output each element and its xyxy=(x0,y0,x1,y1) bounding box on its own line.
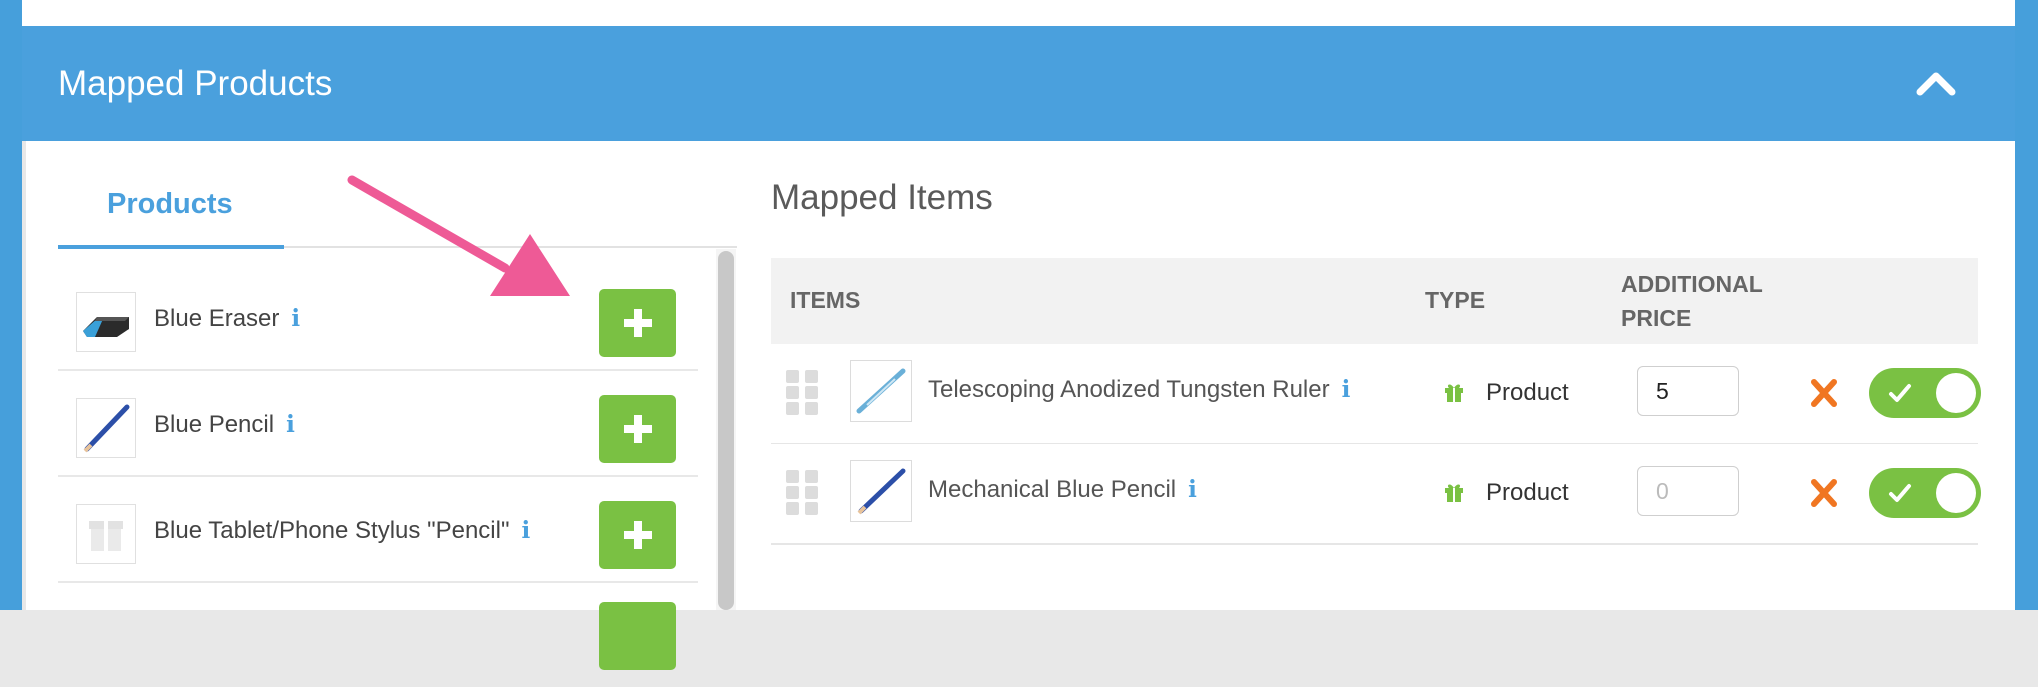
check-icon xyxy=(1889,384,1911,402)
mapped-items-title: Mapped Items xyxy=(771,178,993,217)
mapped-products-header[interactable]: Mapped Products xyxy=(22,26,2015,141)
chevron-up-icon[interactable] xyxy=(1912,60,1960,108)
product-list-scrollbar-thumb[interactable] xyxy=(718,251,734,610)
pencil-thumb-icon xyxy=(850,460,912,522)
plus-icon xyxy=(624,309,652,337)
previous-card-bottom xyxy=(22,0,2015,26)
mapped-item-name: Mechanical Blue Pencil i xyxy=(928,476,1197,504)
additional-price-input[interactable] xyxy=(1637,466,1739,516)
enable-toggle[interactable] xyxy=(1869,368,1981,418)
table-row: Mechanical Blue Pencil i Product xyxy=(771,444,1981,545)
item-type: Product xyxy=(1486,479,1569,506)
add-product-button[interactable] xyxy=(599,501,676,569)
info-icon[interactable]: i xyxy=(521,517,530,544)
add-product-button[interactable] xyxy=(599,289,676,357)
product-name-text: Blue Pencil xyxy=(154,411,275,438)
mapped-item-name-text: Telescoping Anodized Tungsten Ruler xyxy=(928,376,1330,403)
add-product-button[interactable] xyxy=(599,602,676,670)
mapped-item-name-text: Mechanical Blue Pencil xyxy=(928,476,1177,503)
add-product-button[interactable] xyxy=(599,395,676,463)
mapped-item-name: Telescoping Anodized Tungsten Ruler i xyxy=(928,376,1350,404)
toggle-knob xyxy=(1936,473,1976,513)
column-header-additional-price-line2: PRICE xyxy=(1621,305,1692,331)
column-header-additional-price: ADDITIONAL PRICE xyxy=(1621,267,1763,335)
info-icon[interactable]: i xyxy=(1342,376,1351,403)
check-icon xyxy=(1889,484,1911,502)
panel-title: Mapped Products xyxy=(58,64,333,103)
x-icon[interactable] xyxy=(1809,476,1839,510)
info-icon[interactable]: i xyxy=(286,411,295,438)
toggle-knob xyxy=(1936,373,1976,413)
tab-products[interactable]: Products xyxy=(58,164,284,248)
annotation-arrow xyxy=(347,175,570,296)
product-name-text: Blue Eraser xyxy=(154,305,280,332)
info-icon[interactable]: i xyxy=(291,305,300,332)
tab-products-label: Products xyxy=(107,188,233,220)
info-icon[interactable]: i xyxy=(1188,476,1197,503)
mapped-items-table-header: ITEMS TYPE ADDITIONAL PRICE xyxy=(771,258,1978,346)
product-name: Blue Tablet/Phone Stylus "Pencil" i xyxy=(154,517,530,545)
product-list-item: Blue Pencil i xyxy=(58,370,698,477)
ruler-thumb-icon xyxy=(850,360,912,422)
drag-handle-icon[interactable] xyxy=(786,370,818,416)
gift-icon xyxy=(1445,484,1463,502)
product-name-text: Blue Tablet/Phone Stylus "Pencil" xyxy=(154,517,510,544)
column-header-items: ITEMS xyxy=(790,287,861,313)
frame-right-border xyxy=(2015,0,2038,610)
table-row: Telescoping Anodized Tungsten Ruler i Pro… xyxy=(771,344,1981,445)
tab-active-underline xyxy=(58,245,284,249)
enable-toggle[interactable] xyxy=(1869,468,1981,518)
eraser-thumb-icon xyxy=(76,292,136,352)
product-list-item: Blue Tablet/Phone Stylus "Pencil" i xyxy=(58,476,698,583)
plus-icon xyxy=(624,521,652,549)
column-header-type: TYPE xyxy=(1425,287,1486,313)
column-header-additional-price-line1: ADDITIONAL xyxy=(1621,271,1763,297)
product-list-item-partial xyxy=(58,582,698,687)
gift-icon xyxy=(1445,384,1463,402)
product-name: Blue Pencil i xyxy=(154,411,295,439)
drag-handle-icon[interactable] xyxy=(786,470,818,516)
frame-left-border xyxy=(0,0,22,610)
gift-placeholder-thumb-icon xyxy=(76,504,136,564)
product-name: Blue Eraser i xyxy=(154,305,300,333)
additional-price-input[interactable] xyxy=(1637,366,1739,416)
x-icon[interactable] xyxy=(1809,376,1839,410)
plus-icon xyxy=(624,415,652,443)
item-type: Product xyxy=(1486,379,1569,406)
pencil-thumb-icon xyxy=(76,398,136,458)
